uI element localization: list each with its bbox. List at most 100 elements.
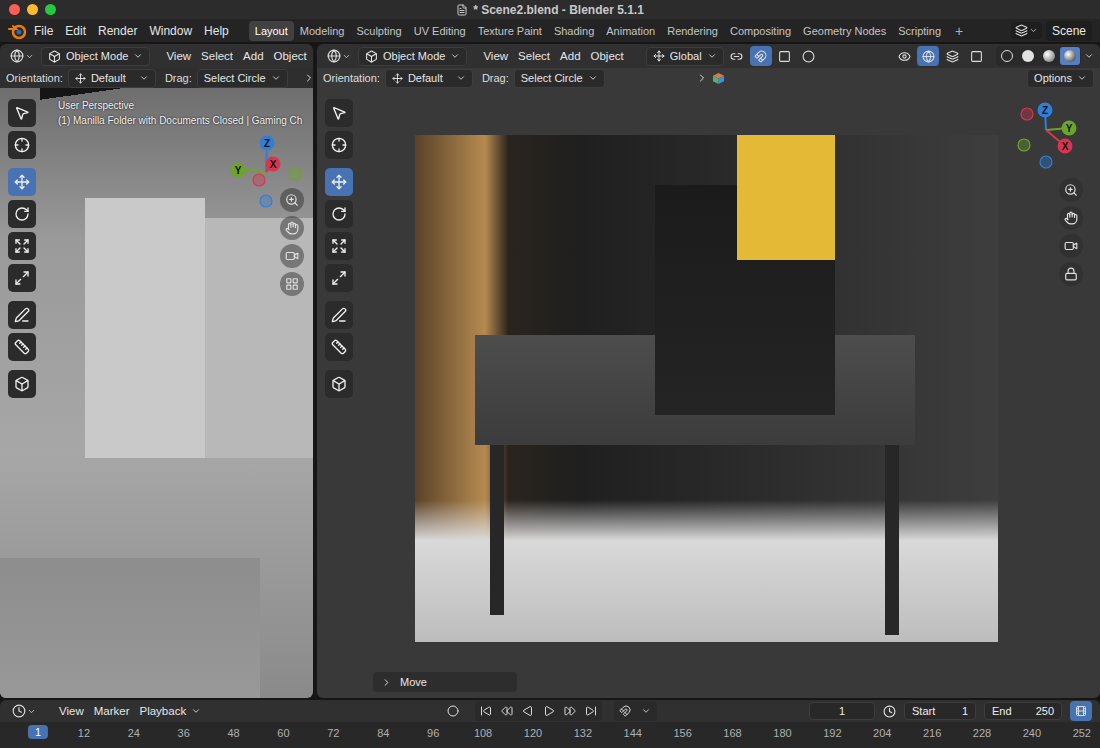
menu-item[interactable]: Marker	[89, 705, 135, 717]
prev-key-button[interactable]	[497, 702, 517, 720]
menu-item[interactable]: Help	[198, 22, 235, 40]
gizmo-axis[interactable]: X	[1058, 139, 1073, 154]
workspace-tab[interactable]: Sculpting	[350, 21, 407, 41]
frame-number[interactable]: 24	[128, 727, 140, 739]
start-frame-field[interactable]: Start1	[904, 702, 976, 720]
frame-ruler[interactable]: 1122436486072849610812013214415616818019…	[0, 722, 1100, 748]
active-tool-icon[interactable]	[712, 72, 725, 85]
more-tools-button[interactable]	[696, 72, 725, 85]
header-toggle[interactable]	[798, 46, 820, 66]
menu-item[interactable]: Object	[269, 50, 312, 62]
gizmo-axis[interactable]: Z	[260, 136, 275, 151]
frame-number[interactable]: 12	[78, 727, 90, 739]
tool-button[interactable]	[325, 168, 353, 196]
menu-item[interactable]: Edit	[59, 22, 92, 40]
header-toggle[interactable]	[893, 46, 915, 66]
menu-item[interactable]: Select	[196, 50, 238, 62]
workspace-tab[interactable]: Rendering	[661, 21, 724, 41]
nav-button[interactable]	[1059, 262, 1083, 286]
play-reverse-button[interactable]	[518, 702, 538, 720]
tool-button[interactable]	[8, 200, 36, 228]
tool-button[interactable]	[325, 131, 353, 159]
tool-button[interactable]	[325, 370, 353, 398]
chevron-down-icon[interactable]	[1084, 51, 1094, 61]
menu-item[interactable]: View	[478, 50, 513, 62]
shading-button[interactable]	[1060, 47, 1080, 65]
frame-number[interactable]: 228	[973, 727, 991, 739]
header-toggle[interactable]	[774, 46, 796, 66]
frame-number[interactable]: 96	[427, 727, 439, 739]
menu-item[interactable]: Render	[92, 22, 143, 40]
viewport[interactable]: Object ModeViewSelectAddObjectOrientatio…	[0, 44, 313, 698]
tool-button[interactable]	[8, 264, 36, 292]
header-toggle[interactable]	[917, 46, 939, 66]
window-control[interactable]	[27, 4, 38, 15]
frame-number[interactable]: 204	[873, 727, 891, 739]
mode-dropdown[interactable]: Object Mode	[358, 47, 467, 66]
menu-item[interactable]: Object	[586, 50, 629, 62]
mode-dropdown[interactable]: Object Mode	[41, 47, 150, 66]
editor-type-button[interactable]	[8, 702, 40, 720]
window-control[interactable]	[9, 4, 20, 15]
menu-item[interactable]: Add	[238, 50, 268, 62]
header-toggle[interactable]	[750, 46, 772, 66]
gizmo-axis[interactable]: X	[266, 157, 281, 172]
header-toggle[interactable]	[941, 46, 963, 66]
snap-button[interactable]	[615, 702, 635, 720]
frame-number[interactable]: 36	[178, 727, 190, 739]
menu-item[interactable]: View	[161, 50, 196, 62]
tool-button[interactable]	[325, 301, 353, 329]
next-key-button[interactable]	[560, 702, 580, 720]
shading-button[interactable]	[1018, 47, 1038, 65]
scene-range-button[interactable]	[1070, 701, 1092, 721]
tool-button[interactable]	[325, 99, 353, 127]
jump-start-button[interactable]	[476, 702, 496, 720]
operator-panel[interactable]: Move	[373, 672, 517, 692]
gizmo-axis[interactable]: Y	[231, 163, 246, 178]
window-control[interactable]	[45, 4, 56, 15]
shading-button[interactable]	[1039, 47, 1059, 65]
gizmo-axis[interactable]: Y	[1062, 121, 1077, 136]
playback-menu[interactable]: Playback	[135, 705, 192, 717]
frame-number[interactable]: 144	[624, 727, 642, 739]
frame-number[interactable]: 72	[327, 727, 339, 739]
drag-dropdown[interactable]: Select Circle	[197, 69, 288, 88]
frame-number[interactable]: 252	[1073, 727, 1091, 739]
scene-browse-button[interactable]	[1011, 22, 1042, 39]
orientation-dropdown[interactable]: Default	[385, 69, 473, 88]
nav-button[interactable]	[280, 272, 304, 296]
tool-button[interactable]	[8, 131, 36, 159]
nav-button[interactable]	[280, 216, 304, 240]
menu-item[interactable]: File	[28, 22, 59, 40]
snap-options-button[interactable]	[636, 702, 656, 720]
tool-button[interactable]	[8, 301, 36, 329]
tool-button[interactable]	[325, 200, 353, 228]
blender-logo-icon[interactable]	[8, 22, 28, 40]
nav-button[interactable]	[1059, 234, 1083, 258]
tool-button[interactable]	[8, 370, 36, 398]
frame-number[interactable]: 156	[673, 727, 691, 739]
jump-end-button[interactable]	[581, 702, 601, 720]
nav-button[interactable]	[1059, 206, 1083, 230]
frame-number[interactable]: 60	[277, 727, 289, 739]
workspace-tab[interactable]: Geometry Nodes	[797, 21, 892, 41]
end-frame-field[interactable]: End250	[984, 702, 1062, 720]
nav-button[interactable]	[280, 244, 304, 268]
scene-name-field[interactable]: Scene	[1046, 21, 1092, 41]
frame-number[interactable]: 216	[923, 727, 941, 739]
tool-button[interactable]	[325, 333, 353, 361]
gizmo-axis[interactable]: Z	[1038, 103, 1053, 118]
shading-button[interactable]	[997, 47, 1017, 65]
frame-number[interactable]: 120	[524, 727, 542, 739]
workspace-tab[interactable]: Layout	[249, 21, 294, 41]
tool-button[interactable]	[325, 264, 353, 292]
solid-viewport[interactable]: User Perspective(1) Manilla Folder with …	[0, 88, 313, 698]
frame-number[interactable]: 108	[474, 727, 492, 739]
menu-item[interactable]: Select	[513, 50, 555, 62]
frame-number[interactable]: 180	[773, 727, 791, 739]
tool-button[interactable]	[8, 168, 36, 196]
workspace-tab[interactable]: UV Editing	[408, 21, 472, 41]
workspace-tab[interactable]: Scripting	[892, 21, 947, 41]
frame-number[interactable]: 192	[823, 727, 841, 739]
tool-button[interactable]	[8, 232, 36, 260]
